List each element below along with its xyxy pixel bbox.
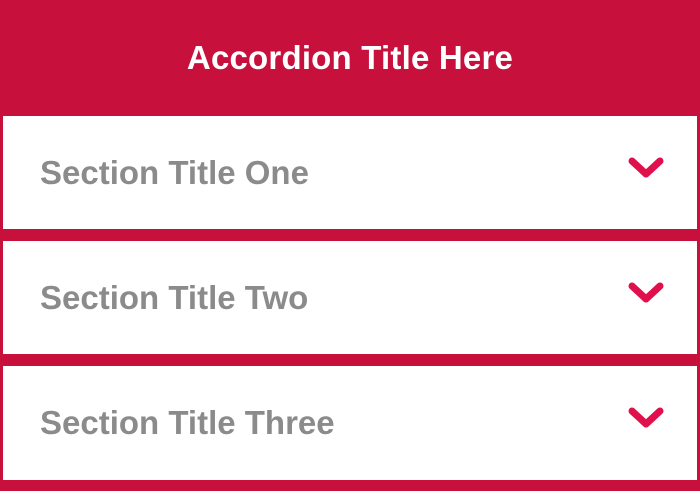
chevron-down-icon[interactable] <box>627 280 665 306</box>
section-three-label: Section Title Three <box>40 404 335 441</box>
section-two-label: Section Title Two <box>40 278 309 316</box>
accordion-header: Accordion Title Here <box>0 0 700 114</box>
accordion-title: Accordion Title Here <box>186 39 514 76</box>
section-one-label: Section Title One <box>40 153 309 191</box>
chevron-down-icon[interactable] <box>627 155 665 181</box>
accordion: Accordion Title Here Section Title One S… <box>0 0 700 491</box>
section-three[interactable]: Section Title Three <box>3 366 697 480</box>
section-one[interactable]: Section Title One <box>3 116 697 229</box>
chevron-down-icon[interactable] <box>627 405 665 431</box>
section-two[interactable]: Section Title Two <box>3 241 697 354</box>
